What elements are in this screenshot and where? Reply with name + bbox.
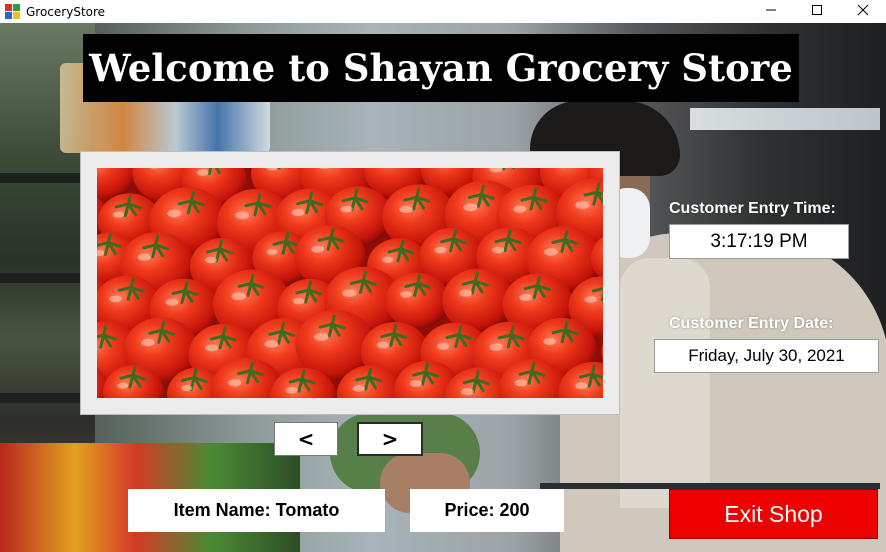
tomato-highlight xyxy=(235,211,249,220)
tomato-highlight xyxy=(574,382,588,390)
tomato-highlight xyxy=(459,289,473,297)
entry-date-value: Friday, July 30, 2021 xyxy=(654,339,879,373)
tomatoes-illustration xyxy=(97,168,603,398)
item-price-label: Price: 200 xyxy=(410,489,564,532)
shopper-mask xyxy=(615,188,650,258)
window-controls xyxy=(748,0,886,23)
tomato-highlight xyxy=(381,256,394,263)
entry-time-value: 3:17:19 PM xyxy=(669,224,849,259)
entry-time-caption: Customer Entry Time: xyxy=(669,200,836,217)
tomato-highlight xyxy=(181,385,193,392)
minimize-icon[interactable] xyxy=(748,0,794,20)
welcome-title: Welcome to Shayan Grocery Store xyxy=(83,34,799,102)
tomato-highlight xyxy=(205,256,217,264)
ceiling-lights xyxy=(690,108,880,130)
item-name-label: Item Name: Tomato xyxy=(128,489,385,532)
tomato-highlight xyxy=(514,379,528,387)
tomato-highlight xyxy=(460,388,474,396)
tomato-highlight xyxy=(544,248,558,256)
tomato-highlight xyxy=(400,291,412,298)
tomato-highlight xyxy=(463,203,478,212)
tomato-highlight xyxy=(492,246,505,254)
tomato-highlight xyxy=(342,289,357,298)
tomato-highlight xyxy=(205,344,218,352)
next-button[interactable]: > xyxy=(357,422,423,456)
tomato-highlight xyxy=(409,380,422,387)
tomato-highlight xyxy=(434,246,447,254)
tomato-highlight xyxy=(117,382,129,389)
tomato-highlight xyxy=(575,201,590,210)
exit-shop-button[interactable]: Exit Shop xyxy=(669,489,878,539)
tomato-highlight xyxy=(340,205,353,213)
product-image-tomatoes xyxy=(97,168,603,398)
previous-button[interactable]: < xyxy=(274,422,338,456)
tomato-highlight xyxy=(109,295,122,303)
tomato-highlight xyxy=(519,293,533,301)
window-title: GroceryStore xyxy=(26,4,106,19)
window-titlebar: GroceryStore xyxy=(0,0,886,23)
tomato-highlight xyxy=(196,169,209,176)
entry-date-caption: Customer Entry Date: xyxy=(669,315,834,332)
tomato-highlight xyxy=(266,248,278,255)
tomato-highlight xyxy=(376,341,390,349)
tomato-highlight xyxy=(167,209,182,218)
tomato-highlight xyxy=(291,209,305,217)
tomato-highlight xyxy=(489,343,503,351)
tomato-highlight xyxy=(141,338,155,347)
shopper-shirt xyxy=(620,258,710,508)
tomato-highlight xyxy=(314,332,329,341)
close-icon[interactable] xyxy=(840,0,886,20)
product-picture-frame xyxy=(80,151,620,415)
tomato-highlight xyxy=(584,296,597,303)
tomato-highlight xyxy=(311,245,325,253)
maximize-icon[interactable] xyxy=(794,0,840,20)
tomato-highlight xyxy=(513,205,527,213)
tomato-highlight xyxy=(292,297,305,305)
tomato-highlight xyxy=(137,253,151,261)
tomato-highlight xyxy=(231,292,246,301)
tomato-highlight xyxy=(543,338,556,345)
tomato-highlight xyxy=(112,211,124,218)
tomato-highlight xyxy=(285,386,298,394)
tomato-highlight xyxy=(352,385,365,392)
tomato-highlight xyxy=(436,342,450,350)
tomato-highlight xyxy=(399,205,413,214)
tomato-highlight xyxy=(264,340,279,348)
tomato-highlight xyxy=(165,298,179,306)
app-icon xyxy=(5,3,21,20)
tomato-highlight xyxy=(228,379,242,387)
